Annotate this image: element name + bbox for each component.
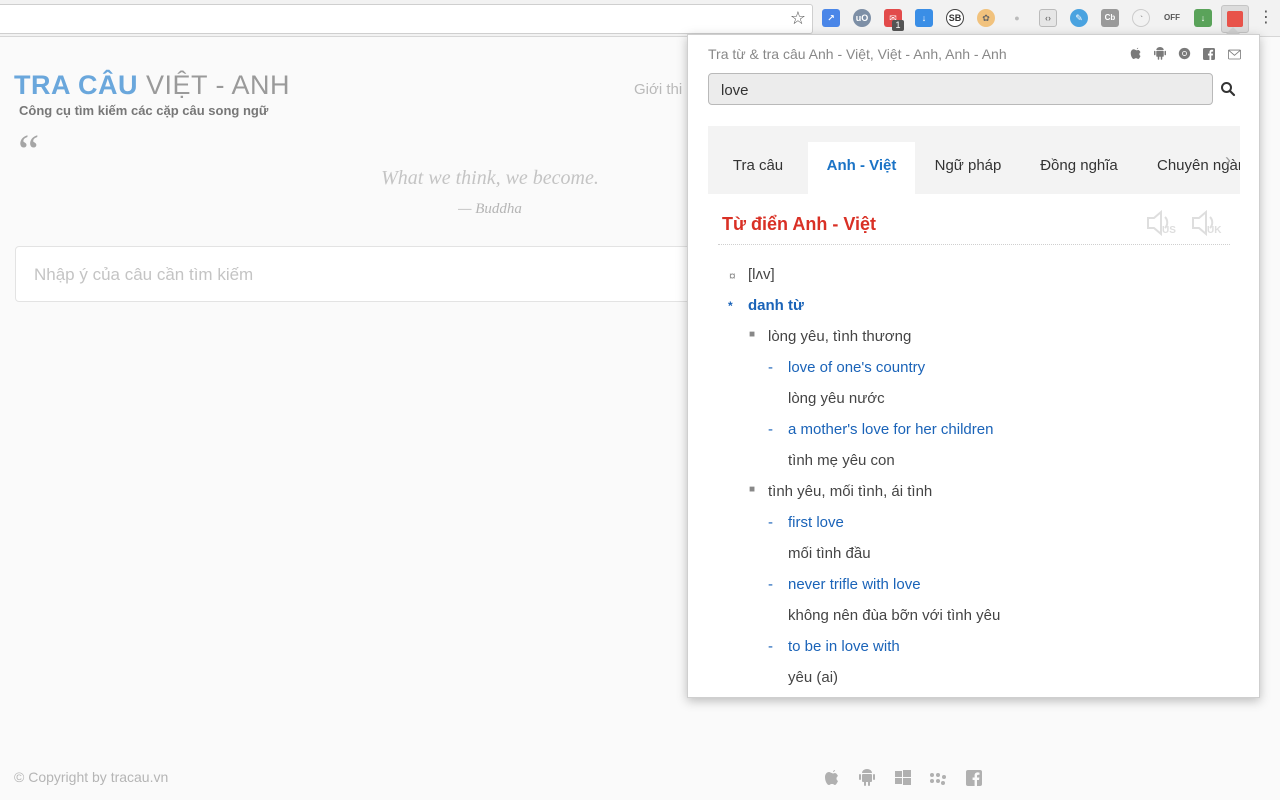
extension-cb-icon[interactable]: Cb — [1101, 9, 1119, 27]
extension-download-icon[interactable]: ↓ — [915, 9, 933, 27]
example-dash: - — [768, 359, 773, 376]
dictionary-popup: Tra từ & tra câu Anh - Việt, Việt - Anh,… — [687, 34, 1260, 698]
blackberry-icon[interactable] — [928, 772, 948, 792]
tab-anh-viet[interactable]: Anh - Việt — [808, 142, 915, 194]
facebook-icon[interactable] — [1202, 48, 1216, 63]
pronunciation: [lʌv] — [748, 266, 775, 283]
example-vi: tình mẹ yêu con — [788, 452, 895, 469]
site-title-secondary: VIỆT - ANH — [146, 70, 291, 100]
address-bar[interactable]: ☆ — [0, 4, 813, 34]
example-en[interactable]: never trifle with love — [788, 576, 921, 594]
speaker-uk-label: UK — [1207, 225, 1222, 236]
extension-balloon-icon[interactable]: ● — [1008, 9, 1026, 27]
pos-bullet-icon: * — [728, 299, 733, 313]
pronunciation-bullet-icon: ¤ — [729, 269, 736, 283]
example-dash: - — [768, 514, 773, 531]
windows-icon[interactable] — [893, 770, 913, 790]
extension-sb-icon[interactable]: SB — [946, 9, 964, 27]
android-icon[interactable] — [857, 768, 877, 788]
example-vi: yêu (ai) — [788, 669, 839, 686]
extension-ublock-icon[interactable]: uO — [853, 9, 871, 27]
popup-caret — [1226, 27, 1240, 34]
extension-feather-icon[interactable]: ✎ — [1070, 9, 1088, 27]
extension-code-icon[interactable]: ‹› — [1039, 9, 1057, 27]
example-vi: lòng yêu nước — [788, 390, 885, 407]
popup-header: Tra từ & tra câu Anh - Việt, Việt - Anh,… — [708, 46, 1007, 62]
site-title-primary: TRA CÂU — [14, 70, 138, 100]
sentence-search-box — [15, 246, 715, 303]
example-vi: mối tình đầu — [788, 545, 871, 562]
apple-icon[interactable] — [822, 768, 842, 788]
extension-chart-icon[interactable]: ↗ — [822, 9, 840, 27]
example-dash: - — [768, 638, 773, 655]
browser-menu-icon[interactable]: ⋮ — [1258, 8, 1274, 28]
browser-toolbar: ☆ ↗ uO ✉ 1 ↓ SB ✿ ● ‹› ✎ Cb ◔ OFF ↓ ⋮ — [0, 0, 1280, 37]
extension-circle-icon[interactable]: ◔ — [1132, 9, 1150, 27]
facebook-icon[interactable] — [964, 770, 984, 790]
query-input[interactable] — [709, 74, 1203, 106]
tab-dong-nghia[interactable]: Đồng nghĩa — [1021, 142, 1137, 194]
extension-green-download-icon[interactable]: ↓ — [1194, 9, 1212, 27]
query-field — [708, 73, 1213, 106]
divider — [718, 244, 1230, 245]
example-vi: không nên đùa bỡn với tình yêu — [788, 607, 1001, 624]
sense-meaning: tình yêu, mối tình, ái tình — [768, 483, 933, 500]
extension-palette-icon[interactable]: ✿ — [977, 9, 995, 27]
site-subtitle: Công cụ tìm kiếm các cặp câu song ngữ — [19, 103, 269, 118]
android-icon[interactable] — [1153, 46, 1167, 63]
sense-meaning: lòng yêu, tình thương — [768, 328, 912, 345]
quote-mark-icon: “ — [18, 125, 40, 178]
tab-tra-cau[interactable]: Tra câu — [708, 142, 808, 194]
bookmark-star-icon[interactable]: ☆ — [790, 8, 806, 28]
sentence-search-input[interactable] — [16, 247, 686, 303]
search-icon[interactable] — [1220, 81, 1238, 99]
quote-author: — Buddha — [458, 201, 522, 217]
apple-icon[interactable] — [1129, 46, 1143, 63]
part-of-speech: danh từ — [748, 297, 804, 314]
sense-bullet-icon: ■ — [749, 484, 756, 495]
speaker-us-icon[interactable]: US — [1146, 209, 1180, 239]
quote-text: What we think, we become. — [381, 167, 599, 189]
example-en[interactable]: a mother's love for her children — [788, 421, 993, 439]
popup-tabs: Tra câu Anh - Việt Ngữ pháp Đồng nghĩa C… — [708, 126, 1240, 194]
dictionary-title: Từ điển Anh - Việt — [722, 214, 877, 234]
extension-badge: 1 — [892, 20, 904, 31]
platform-links — [822, 768, 995, 790]
speaker-uk-icon[interactable]: UK — [1191, 209, 1225, 239]
speaker-us-label: US — [1162, 225, 1176, 236]
tab-ngu-phap[interactable]: Ngữ pháp — [915, 142, 1021, 194]
chevron-right-icon[interactable]: › — [1216, 126, 1240, 194]
chrome-icon[interactable] — [1178, 47, 1192, 63]
example-en[interactable]: to be in love with — [788, 638, 900, 656]
example-dash: - — [768, 576, 773, 593]
copyright: © Copyright by tracau.vn — [14, 769, 169, 785]
example-en[interactable]: first love — [788, 514, 844, 532]
mail-icon[interactable] — [1227, 48, 1241, 63]
example-en[interactable]: love of one's country — [788, 359, 925, 377]
example-dash: - — [768, 421, 773, 438]
sense-bullet-icon: ■ — [749, 329, 756, 340]
nav-intro-link[interactable]: Giới thi — [634, 81, 682, 98]
popup-header-icons — [1122, 46, 1242, 63]
extension-off-icon[interactable]: OFF — [1163, 9, 1181, 27]
site-logo[interactable]: TRA CÂU VIỆT - ANH — [14, 70, 290, 101]
